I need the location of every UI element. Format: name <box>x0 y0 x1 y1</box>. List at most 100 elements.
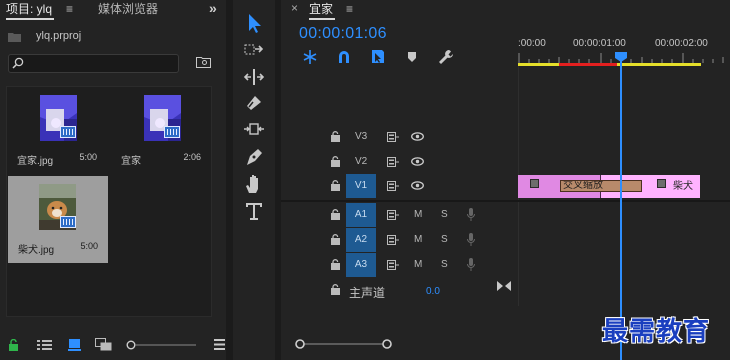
mute-button[interactable]: M <box>414 234 422 245</box>
zoom-to-sequence-icon[interactable] <box>497 281 511 291</box>
eye-icon[interactable] <box>411 132 424 141</box>
item-name: 柴犬.jpg <box>18 245 55 256</box>
project-panel: 项目: ylq ≡ 媒体浏览器 » ylq.prproj 宜家.jpg 5:00 <box>0 0 226 360</box>
track-name-selected[interactable]: A1 <box>346 203 376 227</box>
track-select-tool-icon[interactable] <box>243 40 265 62</box>
playhead-timecode[interactable]: 00:00:01:06 <box>299 25 387 43</box>
track-lock-icon[interactable] <box>331 259 340 270</box>
ripple-edit-tool-icon[interactable] <box>243 66 265 88</box>
solo-button[interactable]: S <box>441 234 448 245</box>
eye-icon[interactable] <box>411 181 424 190</box>
panel-menu-icon[interactable] <box>214 338 225 351</box>
wrench-settings-icon[interactable] <box>438 49 454 65</box>
item-name: 宜家.jpg <box>17 156 54 167</box>
add-marker-icon[interactable] <box>407 51 417 63</box>
sequence-badge-icon <box>164 126 180 138</box>
image-badge-icon <box>60 216 76 228</box>
track-header: A2 M S <box>281 228 517 252</box>
master-track-label: 主声道 <box>349 286 386 300</box>
nest-toggle-icon[interactable] <box>302 49 318 65</box>
ruler-label: 00:00:01:00 <box>573 38 626 49</box>
close-icon[interactable]: × <box>291 1 298 15</box>
ruler-label: 00:00:02:00 <box>655 38 708 49</box>
icon-view-icon[interactable] <box>68 338 81 351</box>
timeline-panel: × 宜家 ≡ 00:00:01:06 :00:00 00:00:01:00 00… <box>281 0 730 360</box>
mute-button[interactable]: M <box>414 209 422 220</box>
bin-icon-view: 宜家.jpg 5:00 宜家 2:06 柴犬.jpg 5:00 <box>6 86 212 317</box>
track-name[interactable]: V3 <box>355 131 367 142</box>
track-v3[interactable]: V3 <box>281 125 730 149</box>
mute-button[interactable]: M <box>414 259 422 270</box>
slip-tool-icon[interactable] <box>243 118 265 140</box>
image-badge-icon <box>60 126 76 138</box>
search-icon <box>12 57 24 69</box>
item-duration: 5:00 <box>79 152 97 162</box>
track-lock-icon[interactable] <box>331 234 340 245</box>
sync-lock-icon[interactable] <box>387 260 399 270</box>
track-name-selected[interactable]: A3 <box>346 253 376 277</box>
sync-lock-icon[interactable] <box>387 132 399 142</box>
solo-button[interactable]: S <box>441 209 448 220</box>
linked-selection-icon[interactable] <box>370 49 386 65</box>
track-lock-icon[interactable] <box>331 180 340 191</box>
freeform-view-icon[interactable] <box>95 338 113 351</box>
zoom-slider[interactable] <box>126 339 198 351</box>
track-lock-icon[interactable] <box>331 284 340 295</box>
microphone-icon[interactable] <box>467 208 475 221</box>
microphone-icon[interactable] <box>467 258 475 271</box>
sync-lock-icon[interactable] <box>387 235 399 245</box>
sync-lock-icon[interactable] <box>387 181 399 191</box>
track-a3[interactable]: A3 M S <box>281 253 730 277</box>
render-status-bar <box>559 63 617 66</box>
list-view-icon[interactable] <box>37 340 52 351</box>
project-item[interactable]: 宜家.jpg 5:00 <box>7 87 107 174</box>
track-a2[interactable]: A2 M S <box>281 228 730 252</box>
track-a1[interactable]: A1 M S <box>281 203 730 227</box>
track-v2[interactable]: V2 <box>281 150 730 174</box>
selection-tool-icon[interactable] <box>243 12 265 34</box>
panel-menu-icon[interactable]: ≡ <box>346 2 353 16</box>
project-item[interactable]: 宜家 2:06 <box>111 87 211 174</box>
video-audio-divider <box>281 200 730 202</box>
ruler-label: :00:00 <box>518 38 546 49</box>
master-volume-value[interactable]: 0.0 <box>426 286 440 297</box>
track-area: V3 V2 V1 A1 M S A2 M S A3 M S <box>281 122 730 307</box>
fx-badge-icon <box>530 179 539 188</box>
track-name-selected[interactable]: V1 <box>346 174 376 198</box>
search-input[interactable] <box>8 54 179 73</box>
microphone-icon[interactable] <box>467 233 475 246</box>
track-name-selected[interactable]: A2 <box>346 228 376 252</box>
snap-magnet-icon[interactable] <box>336 49 352 65</box>
eye-icon[interactable] <box>411 157 424 166</box>
hand-tool-icon[interactable] <box>243 173 265 195</box>
type-tool-icon[interactable] <box>243 200 265 222</box>
cross-zoom-transition[interactable]: 交叉缩放 <box>560 180 642 192</box>
item-duration: 2:06 <box>183 152 201 162</box>
tab-media-browser[interactable]: 媒体浏览器 <box>98 0 158 20</box>
horizontal-scrollbar[interactable] <box>295 338 395 350</box>
panel-menu-icon[interactable]: ≡ <box>66 2 73 16</box>
double-chevron-right-icon[interactable]: » <box>209 0 217 16</box>
lock-icon[interactable] <box>8 339 19 352</box>
clip-name: 柴犬 <box>673 181 693 192</box>
track-lock-icon[interactable] <box>331 209 340 220</box>
razor-tool-icon[interactable] <box>243 92 265 114</box>
tab-project[interactable]: 项目: ylq <box>6 0 55 20</box>
sync-lock-icon[interactable] <box>387 210 399 220</box>
track-header: V3 <box>281 125 517 149</box>
solo-button[interactable]: S <box>441 259 448 270</box>
project-file-name: ylq.prproj <box>36 30 82 42</box>
project-folder-icon <box>8 32 21 42</box>
new-bin-icon[interactable] <box>196 56 212 68</box>
pen-tool-icon[interactable] <box>243 146 265 168</box>
track-header: V1 <box>281 174 517 198</box>
sync-lock-icon[interactable] <box>387 157 399 167</box>
item-duration: 5:00 <box>80 241 98 251</box>
track-name[interactable]: V2 <box>355 156 367 167</box>
watermark-logo: 最需教育 <box>602 317 711 347</box>
project-item-selected[interactable]: 柴犬.jpg 5:00 <box>8 176 108 263</box>
tab-sequence[interactable]: 宜家 <box>309 0 336 20</box>
track-lock-icon[interactable] <box>331 156 340 167</box>
project-bottom-bar <box>0 332 226 360</box>
track-lock-icon[interactable] <box>331 131 340 142</box>
